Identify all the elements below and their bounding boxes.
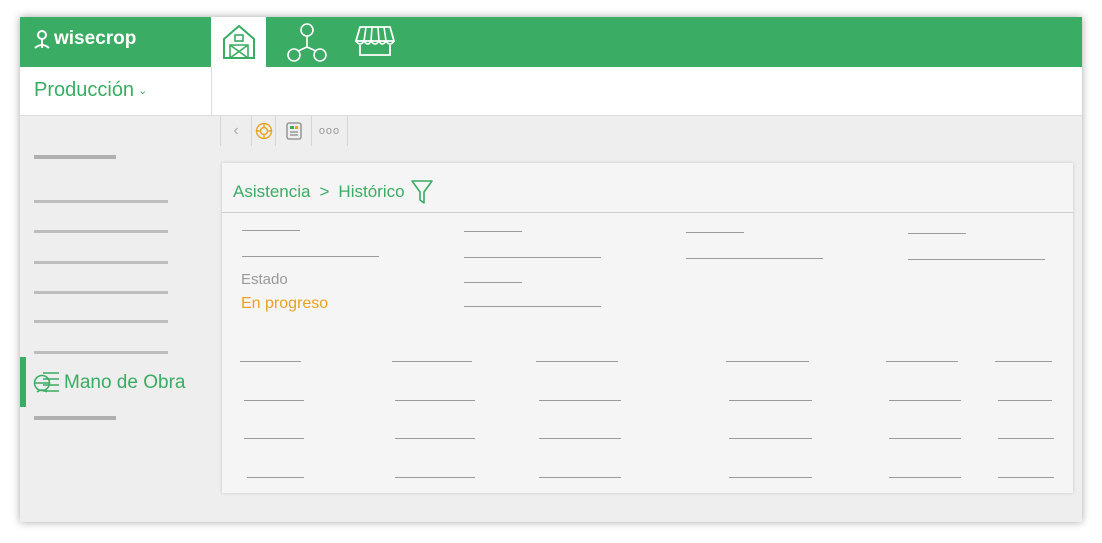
logo-text: wisecrop [54, 28, 137, 49]
workers-icon [33, 372, 59, 393]
sidebar-item-placeholder[interactable] [34, 230, 168, 233]
field-placeholder [464, 306, 601, 307]
market-stall-icon [354, 26, 396, 56]
nav-market[interactable] [350, 17, 400, 67]
breadcrumb-root[interactable]: Asistencia [233, 182, 310, 202]
field-placeholder [242, 230, 300, 231]
document-icon [285, 122, 302, 140]
sidebar-item-label: Mano de Obra [64, 372, 186, 393]
sidebar-item-placeholder[interactable] [34, 291, 168, 294]
field-placeholder [242, 256, 379, 257]
table-cell-placeholder [244, 400, 304, 401]
wisecrop-logo[interactable]: wisecrop [32, 28, 136, 50]
sidebar-item-mano-de-obra[interactable]: Mano de Obra [20, 357, 211, 407]
estado-label: Estado [241, 271, 288, 288]
chevron-down-icon: ⌄ [138, 85, 148, 98]
plant-logo-icon [34, 30, 50, 49]
table-cell-placeholder [729, 477, 812, 478]
table-cell-placeholder [395, 477, 475, 478]
chevron-left-icon: ‹ [233, 122, 239, 139]
table-cell-placeholder [247, 477, 304, 478]
table-cell-placeholder [889, 477, 961, 478]
top-bar: wisecrop [20, 17, 1082, 67]
table-cell-placeholder [729, 400, 812, 401]
field-placeholder [464, 231, 522, 232]
more-dots-icon: ooo [318, 125, 341, 137]
table-cell-placeholder [729, 438, 812, 439]
breadcrumb-current: Histórico [338, 182, 405, 201]
table-header-placeholder [886, 361, 958, 362]
table-cell-placeholder [998, 477, 1054, 478]
sidebar-item-placeholder[interactable] [34, 261, 168, 264]
app-window: wisecrop Producción ⌄ Mano de Obra ‹ ooo… [20, 17, 1082, 522]
table-cell-placeholder [395, 438, 475, 439]
table-header-placeholder [536, 361, 618, 362]
table-header-placeholder [726, 361, 809, 362]
farm-icon [222, 24, 255, 59]
table-cell-placeholder [395, 400, 475, 401]
sidebar-item-placeholder[interactable] [34, 320, 168, 323]
table-cell-placeholder [889, 400, 961, 401]
breadcrumb-separator: > [319, 182, 330, 201]
table-cell-placeholder [998, 438, 1054, 439]
subheader-divider [211, 67, 212, 115]
sidebar-placeholder [34, 416, 116, 420]
content-panel: Asistencia > Histórico Estado En progres… [222, 163, 1073, 493]
field-placeholder [686, 258, 823, 259]
table-cell-placeholder [539, 438, 621, 439]
field-placeholder [908, 233, 966, 234]
table-header-placeholder [392, 361, 472, 362]
nav-farm[interactable] [211, 17, 266, 67]
table-header-placeholder [995, 361, 1052, 362]
field-placeholder [464, 282, 522, 283]
sub-header: Producción ⌄ [20, 67, 1082, 116]
network-icon [287, 23, 327, 62]
table-cell-placeholder [998, 400, 1052, 401]
field-placeholder [464, 257, 601, 258]
status-badge: En progreso [241, 295, 329, 312]
breadcrumb: Asistencia > Histórico [233, 179, 433, 205]
sidebar-placeholder [34, 155, 116, 159]
section-selector[interactable]: Producción ⌄ [34, 79, 147, 102]
filter-icon[interactable] [410, 179, 433, 205]
report-button[interactable] [276, 116, 312, 146]
section-label: Producción [34, 79, 135, 101]
table-cell-placeholder [539, 400, 621, 401]
crosshair-icon [255, 122, 272, 140]
target-button[interactable] [252, 116, 276, 146]
more-button[interactable]: ooo [312, 116, 348, 146]
field-placeholder [908, 259, 1045, 260]
sidebar-item-placeholder[interactable] [34, 200, 168, 203]
table-cell-placeholder [244, 438, 304, 439]
table-cell-placeholder [889, 438, 961, 439]
panel-header: Asistencia > Histórico [222, 163, 1073, 213]
nav-network[interactable] [282, 17, 332, 67]
toolbar: ‹ ooo [220, 116, 348, 146]
active-indicator [20, 357, 26, 407]
sidebar: Mano de Obra [20, 116, 211, 522]
table-header-placeholder [240, 361, 301, 362]
back-button[interactable]: ‹ [220, 116, 252, 146]
sidebar-item-placeholder[interactable] [34, 351, 168, 354]
table-cell-placeholder [539, 477, 621, 478]
field-placeholder [686, 232, 744, 233]
